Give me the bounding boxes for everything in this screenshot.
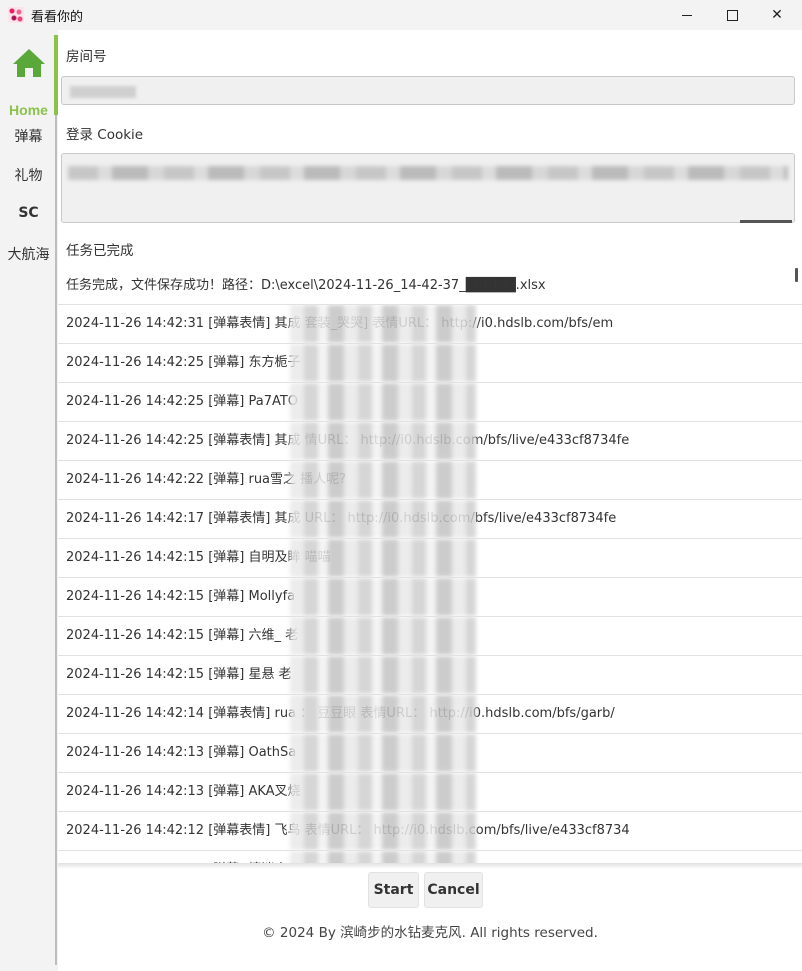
room-input[interactable] <box>61 76 795 105</box>
sidebar-item-sc[interactable]: SC <box>0 205 57 221</box>
log-row: 2024-11-26 14:42:25 [弹幕表情] 其成 情URL： http… <box>58 422 802 461</box>
log-row: 2024-11-26 14:42:25 [弹幕] 东方栀子 <box>58 344 802 383</box>
sidebar-item-home[interactable]: Home <box>0 44 57 118</box>
log-row: 2024-11-26 14:42:22 [弹幕] rua雪之 播人呢? <box>58 461 802 500</box>
status-label: 任务已完成 <box>66 243 134 259</box>
log-row: 2024-11-26 14:42:12 [弹幕表情] 飞鸟 表情URL： htt… <box>58 812 802 851</box>
cancel-button[interactable]: Cancel <box>424 872 483 908</box>
log-text: 2024-11-26 14:42:25 [弹幕] Pa7ATO <box>66 394 299 409</box>
redacted-region <box>290 734 476 772</box>
redacted-region <box>290 539 476 577</box>
log-text: 2024-11-26 14:42:25 [弹幕] 东方栀子 <box>66 355 301 370</box>
redacted-region <box>290 812 476 850</box>
redacted-region <box>290 461 476 499</box>
close-icon: ✕ <box>771 7 783 23</box>
log-row: 2024-11-26 14:42:15 [弹幕] Mollyfa <box>58 578 802 617</box>
log-row: 2024-11-26 14:42:17 [弹幕表情] 其成 URL： http:… <box>58 500 802 539</box>
log-text: 2024-11-26 14:42:13 [弹幕] OathSa <box>66 745 297 760</box>
log-row: 2024-11-26 14:42:25 [弹幕] Pa7ATO <box>58 383 802 422</box>
redacted-region <box>290 305 476 343</box>
content-divider <box>55 115 57 965</box>
minimize-button[interactable] <box>664 0 710 30</box>
title-bar: 看看你的 ✕ <box>0 0 802 30</box>
redacted-region <box>290 656 476 694</box>
redacted-region <box>290 578 476 616</box>
log-text: 任务完成，文件保存成功！路径：D:\excel\2024-11-26_14-42… <box>66 278 546 293</box>
close-button[interactable]: ✕ <box>754 0 800 30</box>
redacted-region <box>290 383 476 421</box>
cookie-value-redacted <box>68 166 788 180</box>
log-row: 2024-11-26 14:42:15 [弹幕] 自明及眸 喵喵 <box>58 539 802 578</box>
log-row: 任务完成，文件保存成功！路径：D:\excel\2024-11-26_14-42… <box>58 267 802 305</box>
sidebar-item-home-label: Home <box>9 102 48 118</box>
log-row: 2024-11-26 14:42:13 [弹幕] OathSa <box>58 734 802 773</box>
list-shadow <box>58 863 802 869</box>
start-button[interactable]: Start <box>368 872 419 908</box>
redacted-region <box>290 500 476 538</box>
cookie-scrollbar[interactable] <box>740 220 792 223</box>
room-label: 房间号 <box>66 49 107 65</box>
window-title: 看看你的 <box>31 10 84 25</box>
redacted-region <box>290 344 476 382</box>
app-icon <box>8 7 24 23</box>
cookie-input[interactable] <box>61 153 795 223</box>
sidebar-item-gifts[interactable]: 礼物 <box>0 165 57 185</box>
redacted-region <box>290 695 476 733</box>
log-scrollbar[interactable] <box>795 268 798 282</box>
log-list[interactable]: 任务完成，文件保存成功！路径：D:\excel\2024-11-26_14-42… <box>58 267 802 865</box>
main-content: 房间号 登录 Cookie 任务已完成 任务完成，文件保存成功！路径：D:\ex… <box>58 30 802 971</box>
home-icon <box>13 49 45 77</box>
cookie-label: 登录 Cookie <box>66 127 144 143</box>
maximize-button[interactable] <box>709 0 755 30</box>
log-text: 2024-11-26 14:42:15 [弹幕] 星悬 老 <box>66 667 292 682</box>
footer-copyright: © 2024 By 滨崎步的水钻麦克风. All rights reserved… <box>262 925 598 941</box>
log-row: 2024-11-26 14:42:13 [弹幕] AKA叉烧 <box>58 773 802 812</box>
redacted-region <box>290 422 476 460</box>
log-text: 2024-11-26 14:42:13 [弹幕] AKA叉烧 <box>66 784 301 799</box>
log-row: 2024-11-26 14:42:31 [弹幕表情] 其成 套装_哭哭] 表情U… <box>58 305 802 344</box>
log-text: 2024-11-26 14:42:15 [弹幕] Mollyfa <box>66 589 296 604</box>
room-value-redacted <box>70 85 136 98</box>
log-row: 2024-11-26 14:42:14 [弹幕表情] rua ： 豆豆眼 表情U… <box>58 695 802 734</box>
redacted-region <box>290 773 476 811</box>
sidebar: Home 弹幕 礼物 SC 大航海 <box>0 30 54 971</box>
log-row: 2024-11-26 14:42:15 [弹幕] 星悬 老 <box>58 656 802 695</box>
minimize-icon <box>682 14 692 16</box>
redacted-region <box>290 617 476 655</box>
sidebar-item-danmaku[interactable]: 弹幕 <box>0 126 57 146</box>
sidebar-item-guard[interactable]: 大航海 <box>0 244 57 264</box>
maximize-icon <box>726 9 738 21</box>
log-row: 2024-11-26 14:42:15 [弹幕] 六维_ 老 <box>58 617 802 656</box>
log-text: 2024-11-26 14:42:15 [弹幕] 六维_ 老 <box>66 628 299 643</box>
